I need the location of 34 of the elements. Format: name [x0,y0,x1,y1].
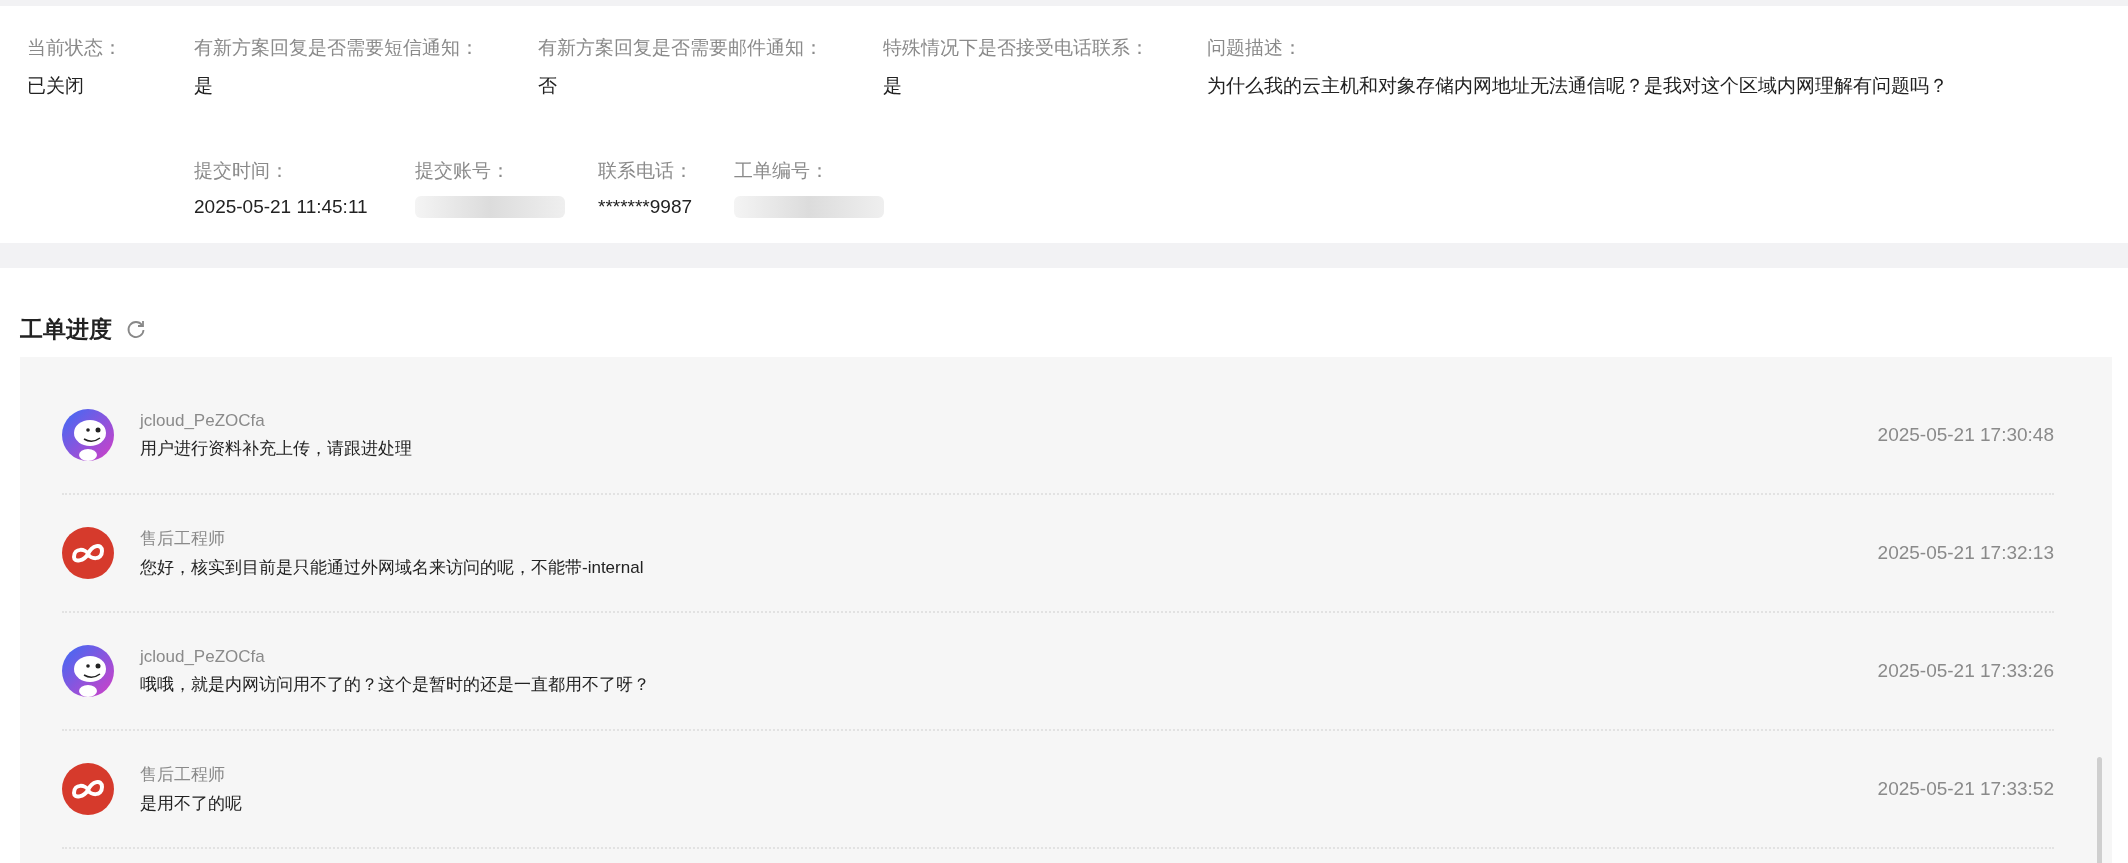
field-label: 有新方案回复是否需要短信通知： [194,36,479,60]
dog-mascot-avatar [62,409,114,461]
field-value: 为什么我的云主机和对象存储内网地址无法通信呢？是我对这个区域内网理解有问题吗？ [1207,74,1948,98]
timestamp: 2025-05-21 17:33:26 [1877,660,2054,682]
message-text: 哦哦，就是内网访问用不了的？这个是暂时的还是一直都用不了呀？ [140,673,651,696]
section-title: 工单进度 [20,314,112,344]
timestamp: 2025-05-21 17:33:52 [1877,778,2054,800]
author-name: jcloud_PeZOCfa [140,646,266,667]
field-label: 当前状态： [27,36,122,60]
message-text: 用户进行资料补充上传，请跟进处理 [140,437,413,460]
field-label: 提交时间： [194,159,290,183]
author-name: 售后工程师 [140,528,226,550]
dog-mascot-avatar [62,645,114,697]
author-name: jcloud_PeZOCfa [140,410,266,431]
infinity-logo-avatar [62,527,114,579]
refresh-icon[interactable] [126,319,146,339]
field-value: *******9987 [598,196,694,218]
message-text: 是用不了的呢 [140,793,243,815]
timestamp: 2025-05-21 17:32:13 [1877,542,2054,564]
timestamp: 2025-05-21 17:30:48 [1877,424,2054,446]
field-value: 2025-05-21 11:45:11 [194,196,369,218]
message-text: 您好，核实到目前是只能通过外网域名来访问的呢，不能带-internal [140,557,645,579]
field-label: 联系电话： [598,159,694,183]
field-value: 是 [883,74,903,98]
field-label: 问题描述： [1207,36,1303,60]
field-label: 有新方案回复是否需要邮件通知： [538,36,823,60]
field-value: 是 [194,74,214,98]
infinity-logo-avatar [62,763,114,815]
field-label: 工单编号： [734,159,830,183]
author-name: 售后工程师 [140,764,226,786]
field-value: 否 [538,74,558,98]
field-label: 提交账号： [415,159,511,183]
field-label: 特殊情况下是否接受电话联系： [883,36,1149,60]
field-value: 已关闭 [27,74,85,98]
